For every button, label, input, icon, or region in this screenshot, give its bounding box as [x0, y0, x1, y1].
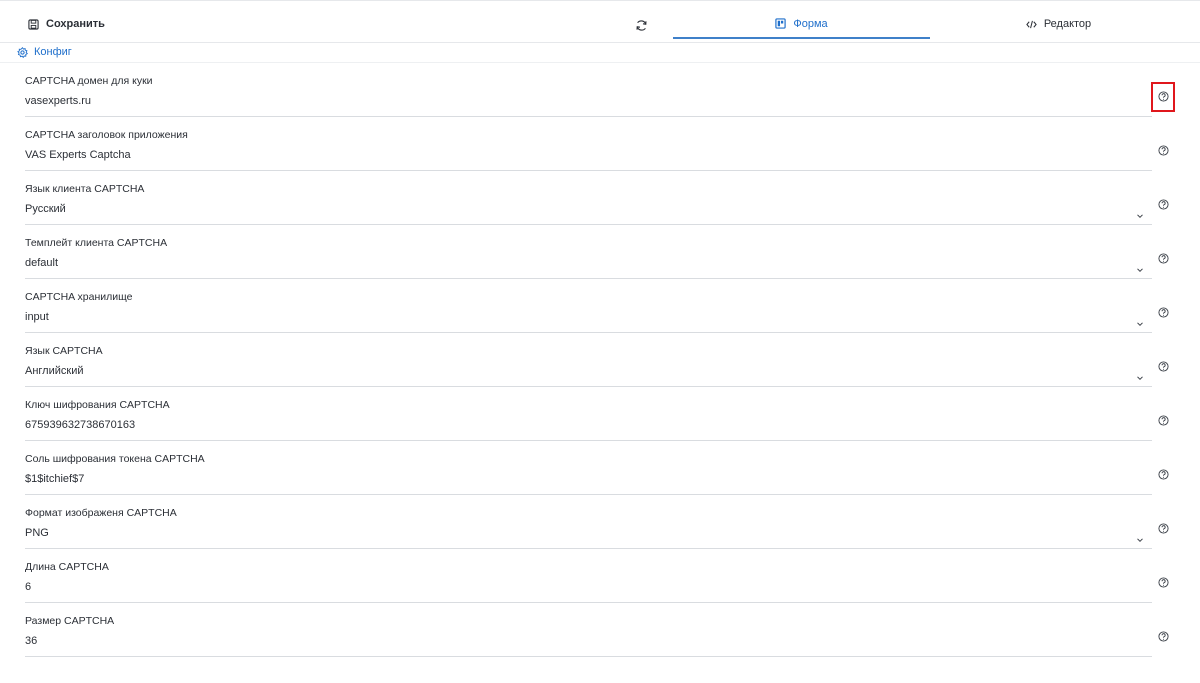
save-icon — [28, 18, 39, 30]
gear-icon — [17, 46, 28, 58]
field-row: CAPTCHA домен для куки vasexperts.ru — [25, 63, 1152, 117]
help-icon[interactable] — [1158, 197, 1169, 210]
field-select[interactable]: PNG — [25, 527, 1125, 539]
config-form-app: Сохранить Форма Редактор Конфиг CAPTCHA … — [0, 0, 1200, 683]
field-label: Длина CAPTCHA — [25, 561, 109, 573]
field-row: CAPTCHA хранилище input — [25, 279, 1152, 333]
field-label: CAPTCHA заголовок приложения — [25, 129, 188, 141]
field-label: Соль шифрования токена CAPTCHA — [25, 453, 205, 465]
field-label: Размер CAPTCHA — [25, 615, 115, 627]
chevron-down-icon[interactable] — [1136, 207, 1144, 219]
field-input[interactable]: VAS Experts Captcha — [25, 149, 1125, 161]
field-label: Язык CAPTCHA — [25, 345, 103, 357]
field-select[interactable]: default — [25, 257, 1125, 269]
field-label: Ключ шифрования CAPTCHA — [25, 399, 170, 411]
help-icon[interactable] — [1158, 305, 1169, 318]
field-label: CAPTCHA хранилище — [25, 291, 133, 303]
form-icon — [775, 18, 787, 29]
field-label: CAPTCHA домен для куки — [25, 75, 153, 87]
help-icon[interactable] — [1158, 521, 1169, 534]
tab-editor[interactable]: Редактор — [930, 18, 1187, 30]
field-select[interactable]: input — [25, 311, 1125, 323]
field-label: Темплейт клиента CAPTCHA — [25, 237, 168, 249]
help-icon[interactable] — [1158, 359, 1169, 372]
field-label: Язык клиента CAPTCHA — [25, 183, 145, 195]
field-input[interactable]: vasexperts.ru — [25, 95, 1125, 107]
field-label: Формат изображеня CAPTCHA — [25, 507, 177, 519]
chevron-down-icon[interactable] — [1136, 315, 1144, 327]
help-icon[interactable] — [1158, 143, 1169, 156]
tab-editor-label: Редактор — [1043, 18, 1092, 30]
field-row: Размер CAPTCHA 36 — [25, 603, 1152, 657]
save-button-label: Сохранить — [46, 18, 105, 30]
field-input[interactable]: 6 — [25, 581, 1125, 593]
field-row: Язык клиента CAPTCHA Русский — [25, 171, 1152, 225]
field-input[interactable]: 36 — [25, 635, 1125, 647]
refresh-icon[interactable] — [635, 19, 648, 32]
config-link[interactable]: Конфиг — [17, 46, 72, 58]
field-row: Формат изображеня CAPTCHA PNG — [25, 495, 1152, 549]
chevron-down-icon[interactable] — [1136, 369, 1144, 381]
tab-form-label: Форма — [793, 18, 828, 30]
help-icon[interactable] — [1158, 629, 1169, 642]
chevron-down-icon[interactable] — [1136, 531, 1144, 543]
field-row: Язык CAPTCHA Английский — [25, 333, 1152, 387]
field-select[interactable]: Русский — [25, 203, 1125, 215]
config-link-label: Конфиг — [34, 46, 72, 58]
help-icon[interactable] — [1158, 467, 1169, 480]
help-icon[interactable] — [1158, 251, 1169, 264]
field-row: Соль шифрования токена CAPTCHA $1$itchief… — [25, 441, 1152, 495]
field-row: CAPTCHA заголовок приложения VAS Experts … — [25, 117, 1152, 171]
save-button[interactable]: Сохранить — [28, 18, 105, 30]
field-row: Длина CAPTCHA 6 — [25, 549, 1152, 603]
field-input[interactable]: 675939632738670163 — [25, 419, 1125, 431]
chevron-down-icon[interactable] — [1136, 261, 1144, 273]
code-icon — [1026, 20, 1037, 28]
toolbar: Сохранить Форма Редактор — [0, 1, 1200, 43]
field-select[interactable]: Английский — [25, 365, 1125, 377]
help-highlight-box — [1151, 82, 1175, 112]
help-icon[interactable] — [1158, 575, 1169, 588]
field-row: Ключ шифрования CAPTCHA 67593963273867016… — [25, 387, 1152, 441]
tab-form[interactable]: Форма — [673, 18, 930, 39]
field-row: Темплейт клиента CAPTCHA default — [25, 225, 1152, 279]
help-icon[interactable] — [1158, 413, 1169, 426]
field-input[interactable]: $1$itchief$7 — [25, 473, 1125, 485]
